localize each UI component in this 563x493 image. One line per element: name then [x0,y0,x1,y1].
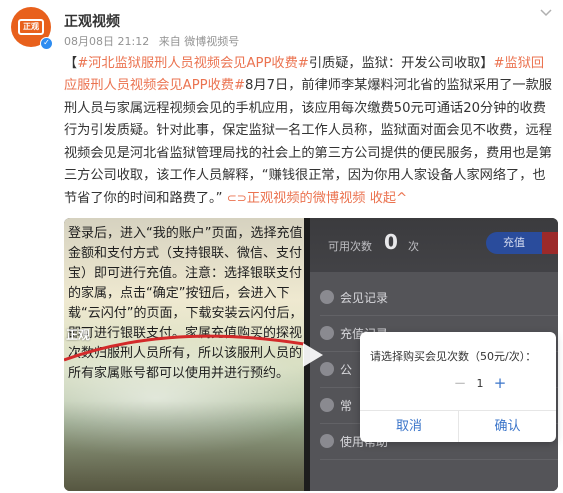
play-icon[interactable] [291,335,331,375]
author-name[interactable]: 正观视频 [64,11,120,31]
collapse-caret-icon: ^ [396,191,408,207]
red-highlight-arc [64,334,304,362]
collapse-button[interactable]: 收起^ [370,191,407,206]
more-options-chevron-down-icon[interactable] [539,5,553,19]
verified-badge-icon: ✓ [40,37,53,50]
menu-item-label: 公 [340,363,353,377]
post-meta: 08月08日 21:12 来自 微博视频号 [64,33,245,49]
menu-circle-icon [320,434,334,448]
menu-item-label: 常 [340,399,353,413]
collapse-label: 收起 [369,191,397,207]
stepper-plus-icon: + [493,374,507,392]
remaining-count-unit: 次 [408,240,419,253]
avatar-logo: 正观 [18,19,44,35]
post-source: 来自 微博视频号 [158,35,240,48]
menu-item-visit-records: 会见记录 [320,280,558,316]
menu-circle-icon [320,290,334,304]
dialog-cancel-button: 取消 [395,419,422,434]
post-text: 引质疑，监狱：开发公司收取】 [308,56,494,71]
dialog-title: 请选择购买会见次数（50元/次）： [370,350,537,363]
remaining-count-value: 0 [384,230,398,254]
recharge-button: 充值 [486,232,542,254]
hashtag-link[interactable]: #河北监狱服刑人员视频会见APP收费# [77,56,309,71]
post-text: 8月7日，前律师李某爆料河北省的监狱采用了一款服刑人员与家属远程视频会见的手机应… [64,78,552,207]
recharge-button-edge [542,232,558,254]
menu-item-label: 会见记录 [340,291,389,305]
stepper-value: 1 [476,377,484,390]
dialog-confirm-button: 确认 [458,411,556,442]
video-link-icon: ⊂⊃ [226,191,247,206]
remaining-count-label: 可用次数 [328,240,372,253]
quantity-stepper: − 1 + [450,374,560,394]
menu-circle-icon [320,398,334,412]
post-bracket: 【 [64,56,78,71]
purchase-dialog: 请选择购买会见次数（50元/次）： − 1 + 取消 确认 [360,332,556,442]
post-time[interactable]: 08月08日 21:12 [64,35,149,48]
video-watermark: 正观 [66,328,91,342]
photo-shadow [64,401,304,491]
post-body: 【#河北监狱服刑人员视频会见APP收费#引质疑，监狱：开发公司收取】#监狱回应服… [64,53,557,211]
video-frame-photo: 登录后，进入“我的账户”页面，选择充值金额和支付方式（支持银联、微信、支付宝）即… [64,218,304,491]
post-header: 正观 ✓ 正观视频 08月08日 21:12 来自 微博视频号 [0,0,563,52]
stepper-minus-icon: − [453,374,467,392]
video-link[interactable]: 正观视频的微博视频 [247,191,366,206]
